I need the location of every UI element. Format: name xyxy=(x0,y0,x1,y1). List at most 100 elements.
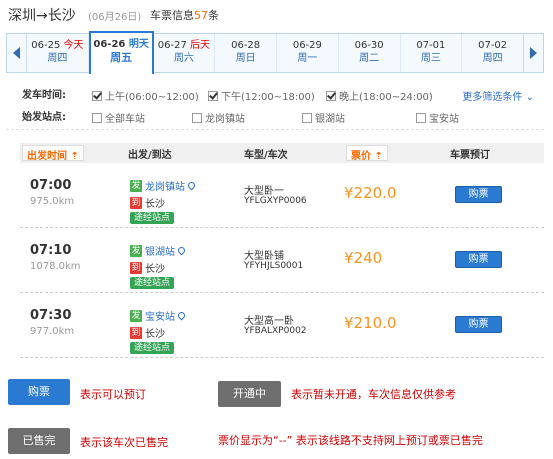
date-tag: 明天 xyxy=(128,39,149,50)
station-option-baoan[interactable]: 宝安站 xyxy=(416,110,459,125)
via-stops-button[interactable]: 途经站点 xyxy=(130,277,175,289)
route-date: (06月26日) xyxy=(88,12,142,23)
date-tag: 今天 xyxy=(63,40,84,51)
time-option-morning[interactable]: 上午(06:00~12:00) xyxy=(92,88,199,103)
ticket-count-info: 车票信息57条 xyxy=(150,7,219,23)
to-station: 到长沙 xyxy=(130,260,165,275)
route-code: YFLGXYP0006 xyxy=(244,196,307,206)
time-option-afternoon[interactable]: 下午(12:00~18:00) xyxy=(208,88,315,103)
from-station[interactable]: 发龙岗镇站 xyxy=(130,178,197,193)
to-station-label: 长沙 xyxy=(145,329,165,340)
to-station: 到长沙 xyxy=(130,325,165,340)
via-stops-button[interactable]: 途经站点 xyxy=(130,212,175,224)
station-filter-label: 始发站点: xyxy=(22,111,66,123)
more-filters-link[interactable]: 更多筛选条件 ⌄ xyxy=(462,88,534,103)
info-prefix: 车票信息 xyxy=(150,9,194,22)
from-station-label: 银湖站 xyxy=(145,247,175,258)
map-pin-icon[interactable] xyxy=(176,310,187,321)
option-label: 下午(12:00~18:00) xyxy=(221,92,315,103)
date-label: 06-29 xyxy=(292,40,322,51)
option-label: 全部车站 xyxy=(105,114,145,125)
ticket-price: ¥210.0 xyxy=(344,314,397,332)
prev-dates-button[interactable] xyxy=(7,34,27,72)
header-type-code: 车型/车次 xyxy=(244,150,288,161)
distance: 975.0km xyxy=(30,196,75,207)
station-option-all[interactable]: 全部车站 xyxy=(92,110,145,125)
date-label: 06-28 xyxy=(231,40,261,51)
filter-panel: 发车时间: 上午(06:00~12:00) 下午(12:00~18:00) 晚上… xyxy=(6,80,544,130)
legend-sold-button: 已售完 xyxy=(8,428,70,454)
checkbox[interactable] xyxy=(208,90,218,101)
date-tab-06-28[interactable]: 06-28 周日 xyxy=(215,34,277,72)
ticket-price: ¥240 xyxy=(344,249,383,267)
legend-price-note: 票价显示为“--” 表示该线路不支持网上预订或票已售完 xyxy=(218,434,483,447)
table-header: 出发时间 ⇡ 出发/到达 车型/车次 票价 ⇡ 车票预订 xyxy=(20,143,544,163)
via-stops-button[interactable]: 途经站点 xyxy=(130,342,175,354)
more-filters-label: 更多筛选条件 xyxy=(462,92,523,103)
route-code: YFBALXP0002 xyxy=(244,326,307,336)
sort-price-label: 票价 xyxy=(351,151,371,162)
depart-time: 07:30 xyxy=(30,308,72,323)
weekday-label: 周四 xyxy=(47,53,68,64)
sort-by-price-button[interactable]: 票价 ⇡ xyxy=(346,145,388,162)
header-from-to: 出发/到达 xyxy=(128,150,172,161)
checkbox[interactable] xyxy=(326,90,336,101)
schedule-row: 07:10 1078.0km 发银湖站到长沙 途经站点 大型卧铺 YFYHJLS0001 ¥… xyxy=(20,231,544,293)
distance: 977.0km xyxy=(30,326,75,337)
time-option-evening[interactable]: 晚上(18:00~24:00) xyxy=(326,88,433,103)
time-filter-row: 发车时间: xyxy=(22,84,92,102)
date-label: 07-01 xyxy=(416,40,446,51)
checkbox[interactable] xyxy=(92,112,102,123)
option-label: 晚上(18:00~24:00) xyxy=(339,92,433,103)
map-pin-icon[interactable] xyxy=(176,245,187,256)
date-tab-06-27[interactable]: 06-27 后天 周六 xyxy=(154,34,216,72)
schedule-row: 07:30 977.0km 发宝安站到长沙途经站点 大型高一卧 YFBALXP0002 ¥… xyxy=(20,296,544,358)
option-label: 银湖站 xyxy=(315,114,345,125)
arrow-right-icon xyxy=(530,47,537,59)
depart-time: 07:00 xyxy=(30,178,72,193)
checkbox[interactable] xyxy=(192,112,202,123)
date-tag: 后天 xyxy=(190,40,210,51)
header-booking: 车票预订 xyxy=(450,150,490,161)
checkbox[interactable] xyxy=(92,90,102,101)
buy-ticket-button[interactable]: 购票 xyxy=(455,251,502,268)
from-station[interactable]: 发银湖站 xyxy=(130,243,187,258)
legend-sold-text: 表示该车次已售完 xyxy=(80,436,168,449)
date-tab-06-29[interactable]: 06-29 周一 xyxy=(277,34,339,72)
weekday-label: 周三 xyxy=(420,53,441,64)
depart-time: 07:10 xyxy=(30,243,72,258)
option-label: 上午(06:00~12:00) xyxy=(105,92,199,103)
from-station[interactable]: 发宝安站 xyxy=(130,308,187,323)
station-filter-row: 始发站点: xyxy=(22,106,92,124)
to-badge-icon: 到 xyxy=(130,196,142,209)
sort-by-time-button[interactable]: 出发时间 ⇡ xyxy=(22,145,84,162)
buy-ticket-button[interactable]: 购票 xyxy=(455,186,502,203)
station-option-yinhu[interactable]: 银湖站 xyxy=(302,110,345,125)
from-badge-icon: 发 xyxy=(130,244,142,257)
buy-ticket-button[interactable]: 购票 xyxy=(455,316,502,333)
option-label: 宝安站 xyxy=(429,114,459,125)
ticket-price: ¥220.0 xyxy=(344,184,397,202)
next-dates-button[interactable] xyxy=(523,34,543,72)
date-tab-06-26[interactable]: 06-26 明天 周五 xyxy=(88,31,154,74)
station-option-longgang[interactable]: 龙岗镇站 xyxy=(192,110,245,125)
map-pin-icon[interactable] xyxy=(186,180,197,191)
date-tab-06-25[interactable]: 06-25 今天 周四 xyxy=(27,34,89,72)
to-station-label: 长沙 xyxy=(145,199,165,210)
weekday-label: 周五 xyxy=(110,51,133,64)
bus-type: 大型高一卧 xyxy=(244,316,294,327)
date-label: 06-30 xyxy=(354,40,384,51)
ticket-count: 57 xyxy=(194,9,208,22)
legend-buy-button: 购票 xyxy=(8,379,70,405)
date-tab-07-01[interactable]: 07-01 周三 xyxy=(401,34,463,72)
sort-arrow-icon: ⇡ xyxy=(374,151,383,162)
date-label: 07-02 xyxy=(478,40,508,51)
bus-type: 大型卧铺 xyxy=(244,251,284,262)
date-tabs: 06-25 今天 周四 06-26 明天 周五 06-27 后天 周六 06-28 周日 06… xyxy=(27,31,523,74)
option-label: 龙岗镇站 xyxy=(205,114,245,125)
to-station-label: 长沙 xyxy=(145,264,165,275)
checkbox[interactable] xyxy=(416,112,426,123)
date-tab-06-30[interactable]: 06-30 周二 xyxy=(339,34,401,72)
checkbox[interactable] xyxy=(302,112,312,123)
date-tab-07-02[interactable]: 07-02 周四 xyxy=(462,34,523,72)
